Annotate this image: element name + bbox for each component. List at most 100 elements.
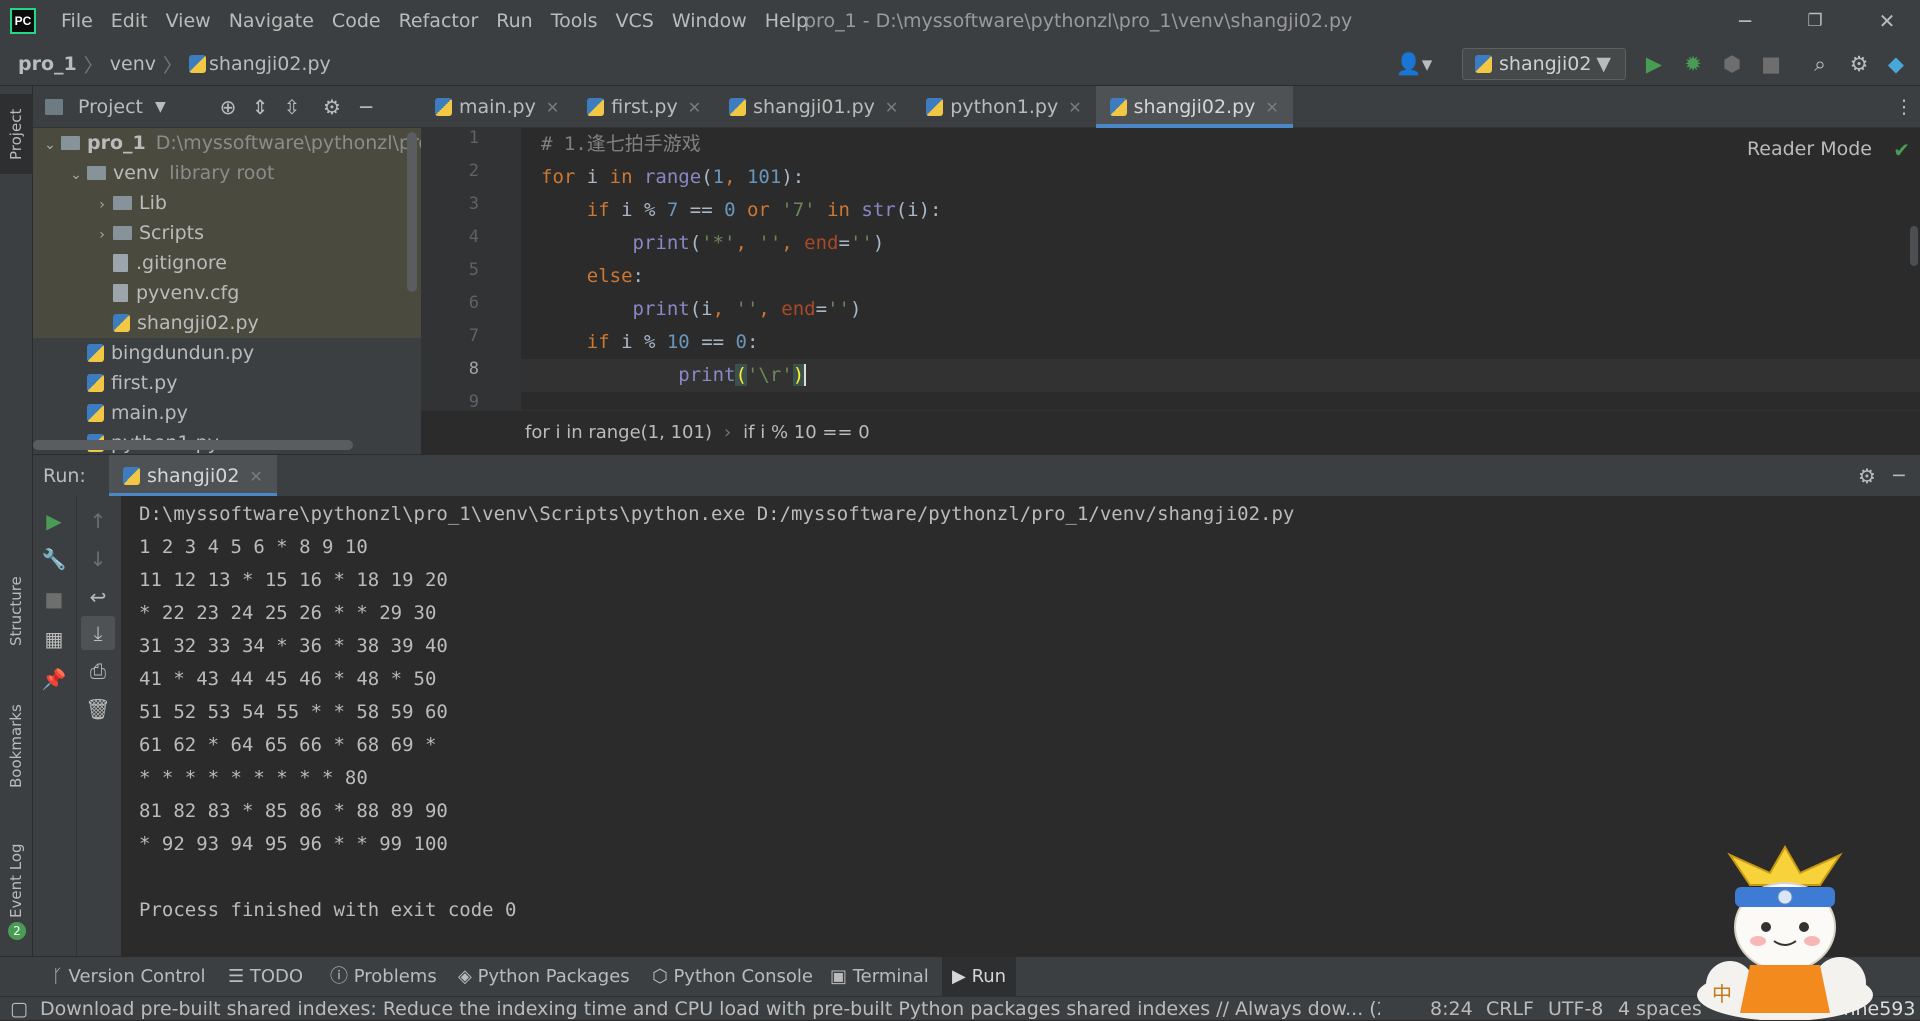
close-tab-icon[interactable]: ✕ — [688, 98, 701, 117]
tree-item[interactable]: › Scripts — [33, 218, 421, 248]
chevron-down-icon[interactable]: ⌄ — [65, 160, 87, 190]
run-settings-gear-icon[interactable]: ⚙ — [1852, 461, 1882, 491]
toggle-tool-windows-icon[interactable]: ▢ — [10, 997, 28, 1021]
down-arrow-icon[interactable]: ↓ — [81, 542, 115, 576]
scroll-to-end-icon[interactable]: ⤓ — [81, 616, 115, 650]
hide-panel-icon[interactable]: ─ — [351, 92, 381, 122]
project-tool-tab[interactable]: Project — [0, 94, 33, 174]
soft-wrap-icon[interactable]: ↩ — [81, 580, 115, 614]
editor-tab[interactable]: shangji01.py ✕ — [715, 86, 912, 128]
caret-position[interactable]: 8:24 — [1430, 997, 1473, 1021]
reader-mode-button[interactable]: Reader Mode — [1747, 138, 1872, 160]
close-tab-icon[interactable]: ✕ — [546, 98, 559, 117]
chevron-down-icon[interactable]: ⌄ — [39, 130, 61, 160]
tree-item[interactable]: first.py — [33, 368, 421, 398]
run-console-output[interactable]: D:\myssoftware\pythonzl\pro_1\venv\Scrip… — [121, 496, 1911, 956]
close-tab-icon[interactable]: ✕ — [1265, 98, 1278, 117]
inspection-ok-icon[interactable]: ✔ — [1893, 138, 1910, 162]
python-console-tab[interactable]: ⬡ Python Console — [642, 957, 823, 997]
dropdown-arrow-icon[interactable]: ▼ — [155, 99, 166, 115]
coverage-icon[interactable]: ⬢ — [1716, 48, 1748, 80]
restore-icon[interactable]: ❐ — [1788, 0, 1842, 42]
run-configuration-select[interactable]: shangji02 ▼ — [1462, 48, 1626, 80]
menu-window[interactable]: Window — [663, 0, 756, 42]
debug-icon[interactable]: ✹ — [1677, 48, 1709, 80]
dropdown-arrow-icon: ▼ — [1596, 53, 1611, 75]
run-tab-shangji02[interactable]: shangji02 ✕ — [109, 455, 277, 497]
close-window-icon[interactable]: ✕ — [1860, 0, 1914, 42]
editor-tab[interactable]: first.py ✕ — [573, 86, 715, 128]
code-with-me-icon[interactable]: ◆ — [1880, 48, 1912, 80]
breadcrumb-project[interactable]: pro_1 — [18, 53, 77, 75]
breadcrumb-file[interactable]: shangji02.py — [209, 53, 331, 75]
version-control-tab[interactable]: ᚴ Version Control — [42, 957, 216, 997]
collapse-all-icon[interactable]: ⇳ — [277, 92, 307, 122]
menu-navigate[interactable]: Navigate — [220, 0, 323, 42]
stop-icon[interactable]: ■ — [1755, 48, 1787, 80]
python-packages-label: Python Packages — [477, 966, 630, 987]
close-tab-icon[interactable]: ✕ — [885, 98, 898, 117]
layout-icon[interactable]: ▦ — [37, 622, 71, 656]
line-separator[interactable]: CRLF — [1486, 997, 1534, 1021]
menu-tools[interactable]: Tools — [542, 0, 607, 42]
rerun-icon[interactable]: ▶ — [37, 504, 71, 538]
tree-item[interactable]: pyvenv.cfg — [33, 278, 421, 308]
print-icon[interactable]: ⎙ — [81, 654, 115, 688]
editor-tab[interactable]: python1.py ✕ — [912, 86, 1095, 128]
horizontal-scrollbar[interactable] — [33, 440, 353, 450]
bookmarks-tool-tab[interactable]: Bookmarks — [0, 686, 33, 806]
tree-item[interactable]: bingdundun.py — [33, 338, 421, 368]
user-account-icon[interactable]: 👤▾ — [1392, 48, 1436, 80]
close-tab-icon[interactable]: ✕ — [1068, 98, 1081, 117]
tree-item[interactable]: main.py — [33, 398, 421, 428]
chevron-right-icon[interactable]: › — [91, 190, 113, 220]
menu-file[interactable]: File — [52, 0, 102, 42]
more-tabs-icon[interactable]: ⋮ — [1894, 90, 1914, 124]
status-message[interactable]: Download pre-built shared indexes: Reduc… — [40, 997, 1380, 1021]
menu-vcs[interactable]: VCS — [607, 0, 663, 42]
pin-tab-icon[interactable]: 📌 — [37, 662, 71, 696]
terminal-tab[interactable]: ▣ Terminal — [820, 957, 939, 997]
locate-icon[interactable]: ⊕ — [213, 92, 243, 122]
problems-tab[interactable]: ⓘ Problems — [320, 957, 447, 997]
run-icon[interactable]: ▶ — [1638, 48, 1670, 80]
code-breadcrumb-if[interactable]: if i % 10 == 0 — [743, 411, 870, 455]
python-packages-tab[interactable]: ◈ Python Packages — [448, 957, 640, 997]
event-log-tool-tab[interactable]: Event Log — [0, 826, 33, 936]
structure-tool-tab[interactable]: Structure — [0, 556, 33, 666]
tree-item[interactable]: shangji02.py — [33, 308, 421, 338]
menu-code[interactable]: Code — [323, 0, 390, 42]
menu-view[interactable]: View — [157, 0, 220, 42]
search-icon[interactable]: ⌕ — [1804, 48, 1836, 80]
todo-tab[interactable]: ☰ TODO — [218, 957, 313, 997]
editor-tab[interactable]: shangji02.py ✕ — [1095, 85, 1293, 128]
options-gear-icon[interactable]: ⚙ — [317, 92, 347, 122]
up-arrow-icon[interactable]: ↑ — [81, 504, 115, 538]
tree-item[interactable]: ⌄ venv library root — [33, 158, 421, 188]
menu-refactor[interactable]: Refactor — [390, 0, 488, 42]
project-panel-title[interactable]: Project — [78, 96, 143, 118]
tree-item[interactable]: ⌄ pro_1 D:\myssoftware\pythonzl\pro_ — [33, 128, 440, 160]
tree-item[interactable]: .gitignore — [33, 248, 421, 278]
console-scrollbar[interactable] — [1908, 496, 1920, 956]
chevron-right-icon[interactable]: › — [91, 220, 113, 250]
code-breadcrumb-for[interactable]: for i in range(1, 101) — [525, 411, 712, 455]
run-bottom-tab[interactable]: ▶ Run — [942, 957, 1017, 997]
code-editor[interactable]: # 1.逢七拍手游戏 for i in range(1, 101): if i … — [521, 128, 1920, 410]
editor-tab[interactable]: main.py ✕ — [421, 86, 573, 128]
settings-gear-icon[interactable]: ⚙ — [1843, 48, 1875, 80]
clear-all-trash-icon[interactable]: 🗑 — [81, 692, 115, 726]
breadcrumb-folder[interactable]: venv — [110, 53, 156, 75]
editor-scrollbar[interactable] — [1910, 226, 1918, 266]
tree-item[interactable]: › Lib — [33, 188, 421, 218]
edit-config-wrench-icon[interactable]: 🔧 — [37, 542, 71, 576]
expand-all-icon[interactable]: ⇕ — [245, 92, 275, 122]
vertical-scrollbar[interactable] — [407, 132, 417, 292]
menu-run[interactable]: Run — [487, 0, 541, 42]
close-tab-icon[interactable]: ✕ — [249, 467, 262, 486]
stop-icon[interactable]: ■ — [37, 582, 71, 616]
minimize-icon[interactable]: ─ — [1718, 0, 1772, 42]
menu-edit[interactable]: Edit — [102, 0, 157, 42]
hide-run-panel-icon[interactable]: ─ — [1884, 461, 1914, 491]
file-encoding[interactable]: UTF-8 — [1548, 997, 1603, 1021]
